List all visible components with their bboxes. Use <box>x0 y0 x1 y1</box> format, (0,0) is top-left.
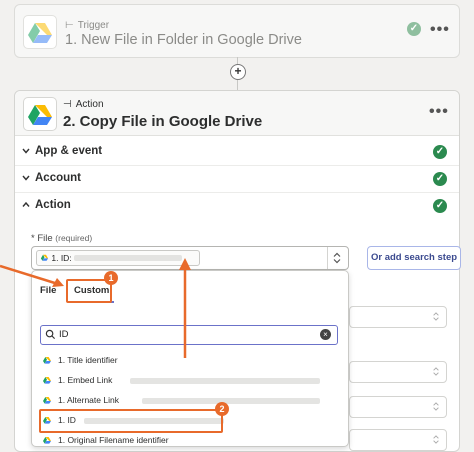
annotation-arrows <box>0 258 191 358</box>
arrow-to-custom-tab <box>0 264 59 286</box>
arrowhead <box>179 258 191 270</box>
